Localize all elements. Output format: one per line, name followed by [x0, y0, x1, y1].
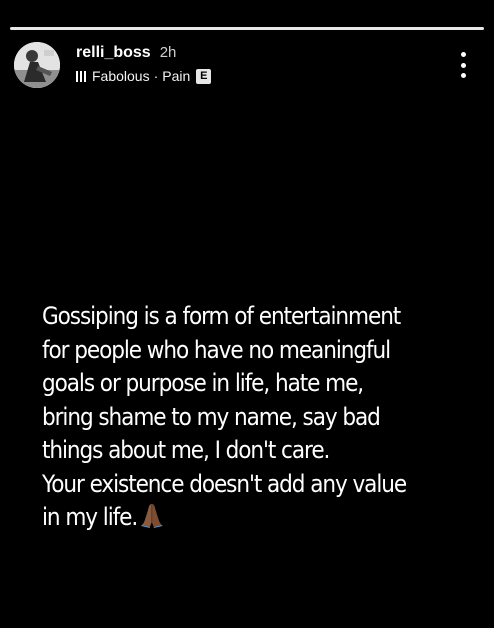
explicit-badge: E — [196, 68, 212, 84]
caption-line: things about me, I don't care. — [42, 436, 330, 464]
music-separator: · — [153, 68, 159, 84]
caption-line: bring shame to my name, say bad — [42, 402, 381, 431]
caption-last-line: in my life. — [42, 501, 438, 538]
more-vertical-icon[interactable] — [456, 52, 470, 78]
praying-hands-icon — [140, 502, 164, 538]
caption-line: goals or purpose in life, hate me, — [42, 369, 364, 397]
story-header: relli_boss 2h Fabolous · Pain E — [14, 42, 480, 88]
music-artist: Fabolous — [92, 68, 150, 84]
story-progress-bar — [10, 27, 484, 30]
story-caption: Gossiping is a form of entertainment for… — [42, 300, 438, 538]
caption-line: Your existence doesn't add any value — [42, 469, 407, 498]
caption-line: for people who have no meaningful — [42, 335, 391, 364]
avatar[interactable] — [14, 42, 60, 88]
post-time: 2h — [159, 44, 177, 61]
music-bars-icon — [76, 70, 86, 82]
user-line: relli_boss 2h — [76, 44, 176, 62]
avatar-image — [14, 42, 60, 88]
story-progress-fill — [10, 27, 484, 30]
caption-line: in my life. — [42, 503, 138, 531]
music-song: Pain — [162, 68, 191, 84]
username[interactable]: relli_boss — [76, 44, 151, 62]
caption-line: Gossiping is a form of entertainment — [42, 302, 401, 330]
music-info[interactable]: Fabolous · Pain E — [76, 68, 212, 84]
